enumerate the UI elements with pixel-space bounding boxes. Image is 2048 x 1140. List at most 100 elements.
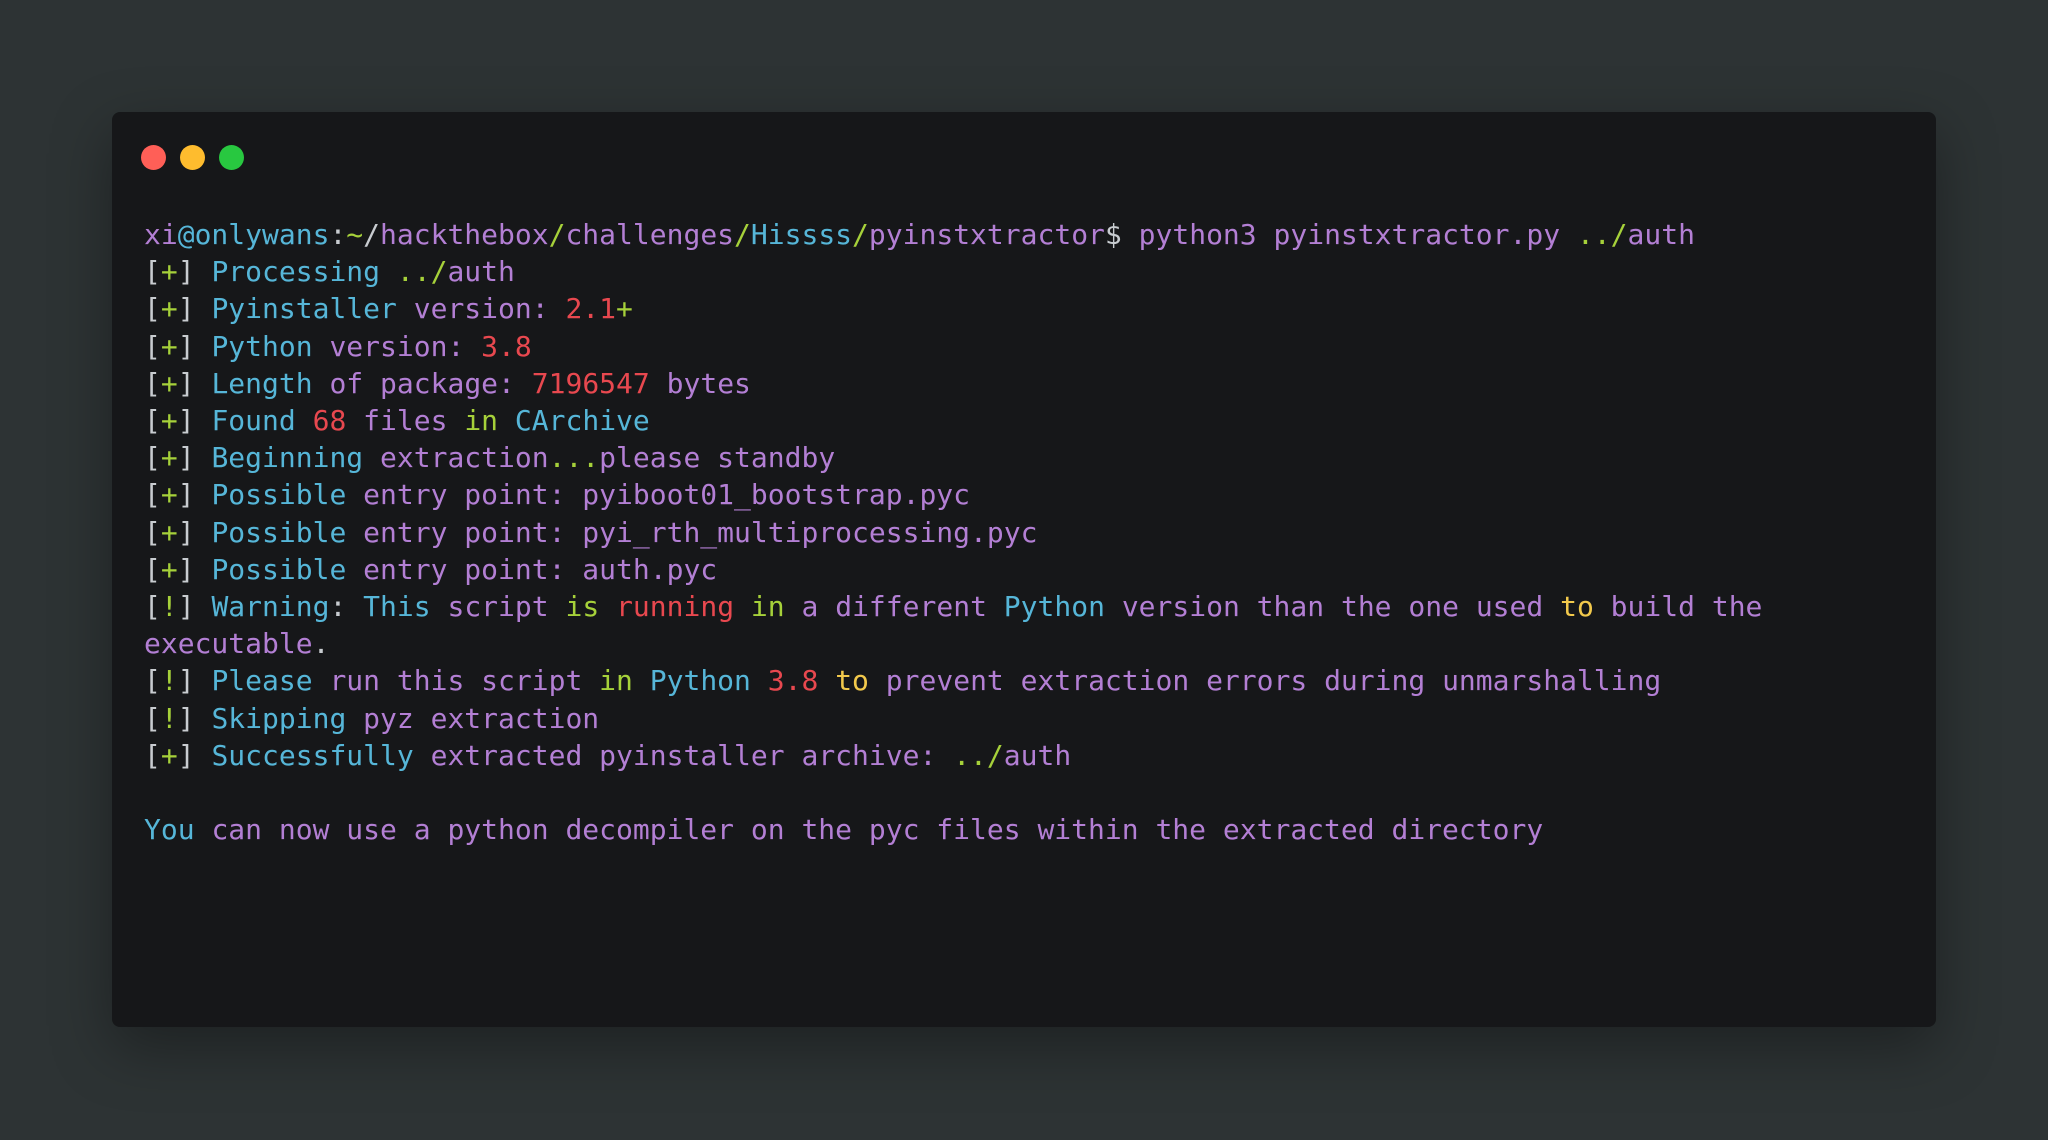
terminal-token: in (750, 590, 802, 624)
terminal-token: CArchive (498, 404, 650, 438)
terminal-token: + (160, 738, 178, 772)
terminal-token: auth (447, 255, 515, 289)
terminal-token: Python (1003, 590, 1122, 624)
terminal-line: [+] Processing ../auth (144, 253, 1904, 290)
terminal-token: ] (177, 255, 212, 289)
terminal-token: version: (413, 292, 566, 326)
terminal-token: Found (211, 404, 313, 438)
terminal-token: can now use a python decompiler on the p… (211, 813, 1544, 847)
terminal-token: [ (144, 701, 161, 735)
terminal-token: Possible (211, 515, 364, 549)
maximize-button[interactable] (219, 145, 244, 170)
terminal-token: + (160, 478, 178, 512)
terminal-token: ! (160, 590, 178, 624)
terminal-token: ] (177, 738, 212, 772)
terminal-token: Beginning (211, 441, 381, 475)
terminal-token: in (464, 404, 499, 438)
terminal-token: [ (144, 478, 161, 512)
terminal-line: [!] Warning: This script is running in a… (144, 588, 1904, 625)
terminal-token: auth (1627, 218, 1695, 251)
terminal-token: + (160, 441, 178, 475)
terminal-token: [ (144, 366, 161, 400)
terminal-token: + (160, 329, 178, 363)
terminal-token: run this script (329, 664, 600, 698)
terminal-token: Processing (211, 255, 397, 289)
terminal-line: [+] Possible entry point: pyi_rth_multip… (144, 514, 1904, 551)
terminal-line: executable. (144, 625, 1904, 662)
terminal-token: entry point: pyi_rth_multiprocessing.pyc (363, 515, 1038, 549)
terminal-token: You (144, 813, 212, 847)
terminal-token: hackthebox (380, 218, 549, 251)
terminal-token: [ (144, 404, 161, 438)
terminal-token: build the (1593, 590, 1763, 624)
terminal-token: : (329, 590, 364, 624)
terminal-token: [ (144, 664, 161, 698)
terminal-token: [ (144, 329, 161, 363)
terminal-token: / (548, 218, 566, 251)
terminal-line: [+] Possible entry point: pyiboot01_boot… (144, 476, 1904, 513)
terminal-token: Warning (211, 590, 330, 624)
terminal-token: ] (177, 441, 212, 475)
terminal-line: [+] Length of package: 7196547 bytes (144, 365, 1904, 402)
terminal-output: xi@onlywans:~/hackthebox/challenges/Hiss… (144, 216, 1904, 848)
minimize-button[interactable] (180, 145, 205, 170)
terminal-token: Skipping (211, 701, 364, 735)
terminal-token: ] (177, 329, 212, 363)
terminal-token: version than the one used (1121, 590, 1561, 624)
terminal-token: + (160, 292, 178, 326)
terminal-line: [+] Pyinstaller version: 2.1+ (144, 290, 1904, 327)
terminal-token: ] (177, 701, 212, 735)
terminal-token: ] (177, 404, 212, 438)
terminal-line: [+] Successfully extracted pyinstaller a… (144, 737, 1904, 774)
terminal-token: Please (211, 664, 330, 698)
terminal-token: entry point: auth.pyc (363, 552, 718, 586)
terminal-token: + (160, 552, 178, 586)
terminal-token: Hissss (750, 218, 853, 251)
terminal-token: Length (211, 366, 330, 400)
terminal-token: [ (144, 515, 161, 549)
terminal-token: + (160, 404, 178, 438)
terminal-token: prevent extraction errors during unmarsh… (868, 664, 1662, 698)
terminal-token: Possible (211, 478, 364, 512)
close-button[interactable] (141, 145, 166, 170)
terminal-line: You can now use a python decompiler on t… (144, 811, 1904, 848)
terminal-token: 7196547 (531, 366, 650, 400)
terminal-line: [!] Skipping pyz extraction (144, 700, 1904, 737)
terminal-token: + (160, 515, 178, 549)
terminal-line: [+] Beginning extraction...please standb… (144, 439, 1904, 476)
terminal-token: ! (160, 664, 178, 698)
terminal-token: + (616, 292, 633, 326)
terminal-token: / (852, 218, 869, 251)
terminal-token: ~ (346, 218, 364, 251)
terminal-token: script (447, 590, 566, 624)
terminal-token: [ (144, 441, 161, 475)
terminal-line: [+] Possible entry point: auth.pyc (144, 551, 1904, 588)
terminal-line: xi@onlywans:~/hackthebox/challenges/Hiss… (144, 216, 1904, 253)
terminal-token: challenges (565, 218, 735, 251)
terminal-token: Python (649, 664, 768, 698)
terminal-token: ../ (1576, 218, 1628, 251)
terminal-token: [ (144, 292, 161, 326)
terminal-token: please standby (599, 441, 836, 475)
terminal-line: [!] Please run this script in Python 3.8… (144, 662, 1904, 699)
terminal-token: pyz extraction (363, 701, 600, 735)
terminal-token: ] (177, 292, 212, 326)
terminal-token: pyinstxtractor (868, 218, 1105, 251)
terminal-token: Successfully (211, 738, 431, 772)
terminal-token: to (818, 664, 869, 698)
terminal-token: is (565, 590, 617, 624)
terminal-token: version: (329, 329, 482, 363)
terminal-token: bytes (649, 366, 751, 400)
terminal-token: ../ (953, 738, 1004, 772)
terminal-token: 3.8 (767, 664, 819, 698)
terminal-token: to (1560, 590, 1594, 624)
terminal-token: [ (144, 255, 161, 289)
terminal-token: + (160, 255, 178, 289)
terminal-token: ] (177, 366, 212, 400)
terminal-token: [ (144, 738, 161, 772)
terminal-token: ] (177, 515, 212, 549)
terminal-token: running (616, 590, 751, 624)
terminal-token: @onlywans (177, 218, 330, 251)
terminal-token: ] (177, 664, 212, 698)
